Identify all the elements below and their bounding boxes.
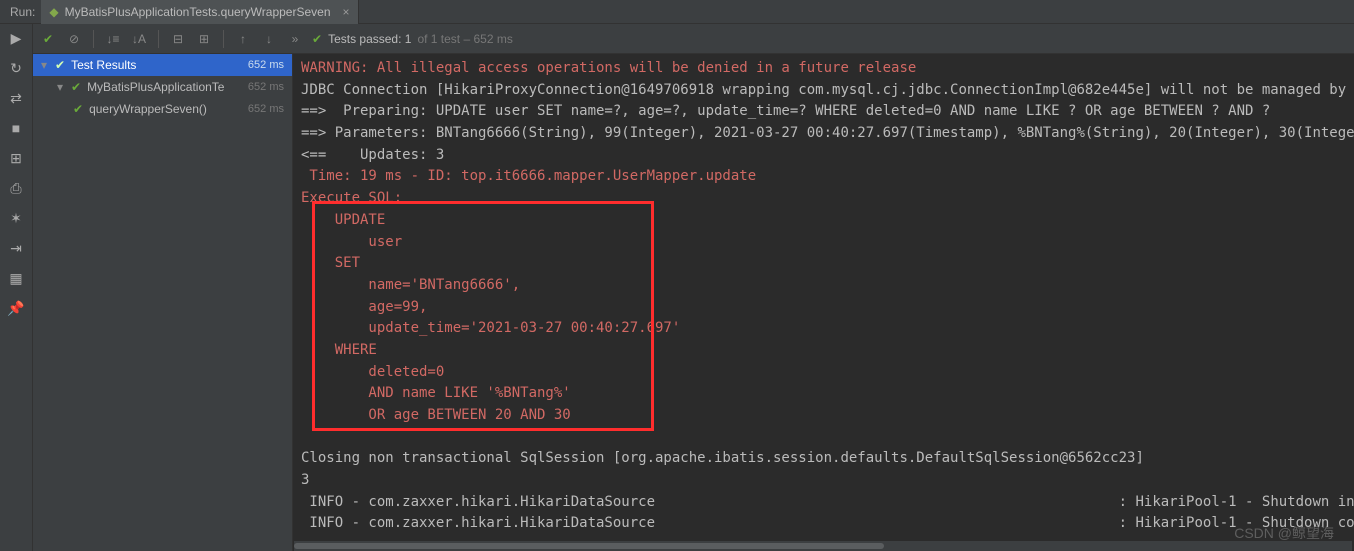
next-icon[interactable]: ↓ <box>260 30 278 48</box>
console-line: SET <box>301 255 360 271</box>
separator <box>223 30 224 48</box>
console-line: WARNING: All illegal access operations w… <box>301 60 916 76</box>
console-line: JDBC Connection [HikariProxyConnection@1… <box>301 82 1354 98</box>
settings-icon[interactable]: ✶ <box>8 210 24 226</box>
horizontal-scrollbar[interactable] <box>294 541 1352 551</box>
pass-icon: ✔ <box>71 80 81 94</box>
test-tree[interactable]: ▾ ✔ Test Results 652 ms ▾ ✔ MyBatisPlusA… <box>33 54 293 551</box>
more-icon[interactable]: » <box>286 30 304 48</box>
console-line: 3 <box>301 472 309 488</box>
test-toolbar: ✔ ⊘ ↓≡ ↓A ⊟ ⊞ ↑ ↓ » ✔ Tests passed: 1 of… <box>33 24 1354 54</box>
run-label: Run: <box>4 5 41 19</box>
prev-icon[interactable]: ↑ <box>234 30 252 48</box>
console-line: ==> Preparing: UPDATE user SET name=?, a… <box>301 103 1270 119</box>
console-line: ==> Parameters: BNTang6666(String), 99(I… <box>301 125 1354 141</box>
test-icon: ◆ <box>49 5 58 19</box>
console-line: update_time='2021-03-27 00:40:27.697' <box>301 320 689 336</box>
tests-passed-count: Tests passed: 1 <box>328 32 411 46</box>
tree-label: MyBatisPlusApplicationTe <box>87 80 242 94</box>
tree-label: Test Results <box>71 58 242 72</box>
rerun-icon[interactable]: ↻ <box>8 60 24 76</box>
tree-label: queryWrapperSeven() <box>89 102 242 116</box>
pass-icon: ✔ <box>73 102 83 116</box>
tests-passed-detail: of 1 test – 652 ms <box>417 32 512 46</box>
console-line: INFO - com.zaxxer.hikari.HikariDataSourc… <box>301 515 655 531</box>
chevron-down-icon[interactable]: ▾ <box>55 80 65 94</box>
expand-icon[interactable]: ⊟ <box>169 30 187 48</box>
pass-icon: ✔ <box>55 58 65 72</box>
tree-time: 652 ms <box>248 81 284 93</box>
pin-icon[interactable]: 📌 <box>8 300 24 316</box>
camera-icon[interactable]: ⎙ <box>8 180 24 196</box>
scrollbar-thumb[interactable] <box>294 543 884 549</box>
console-line: UPDATE <box>301 212 385 228</box>
console-line: name='BNTang6666', <box>301 277 520 293</box>
watermark: CSDN @鲸望海 <box>1234 523 1334 543</box>
tree-time: 652 ms <box>248 59 284 71</box>
separator <box>158 30 159 48</box>
console-line: <== Updates: 3 <box>301 147 444 163</box>
tab-title: MyBatisPlusApplicationTests.queryWrapper… <box>65 5 331 19</box>
close-icon[interactable]: × <box>343 5 350 19</box>
toggle-icon[interactable]: ⇄ <box>8 90 24 106</box>
exit-icon[interactable]: ⇥ <box>8 240 24 256</box>
sort-alpha-icon[interactable]: ↓A <box>130 30 148 48</box>
console-line: age=99, <box>301 299 427 315</box>
tree-leaf[interactable]: ✔ queryWrapperSeven() 652 ms <box>33 98 292 120</box>
stop-icon[interactable]: ■ <box>8 120 24 136</box>
console-line: user <box>301 234 411 250</box>
tree-node[interactable]: ▾ ✔ MyBatisPlusApplicationTe 652 ms <box>33 76 292 98</box>
tool-window-header: Run: ◆ MyBatisPlusApplicationTests.query… <box>0 0 1354 24</box>
console-line: deleted=0 <box>301 364 453 380</box>
show-ignored-icon[interactable]: ⊘ <box>65 30 83 48</box>
run-icon[interactable]: ▶ <box>8 30 24 46</box>
tree-root[interactable]: ▾ ✔ Test Results 652 ms <box>33 54 292 76</box>
left-gutter: ▶ ↻ ⇄ ■ ⊞ ⎙ ✶ ⇥ ▦ 📌 <box>0 24 33 551</box>
console-line: : HikariPool-1 - Shutdown initiated... <box>1009 494 1354 510</box>
console-line: Execute SQL: <box>301 190 402 206</box>
layout-icon[interactable]: ⊞ <box>8 150 24 166</box>
console-line: INFO - com.zaxxer.hikari.HikariDataSourc… <box>301 494 655 510</box>
console-line: Time: 19 ms - ID: top.it6666.mapper.User… <box>301 168 756 184</box>
show-passed-icon[interactable]: ✔ <box>39 30 57 48</box>
console-output[interactable]: WARNING: All illegal access operations w… <box>293 54 1354 551</box>
console-line: WHERE <box>301 342 377 358</box>
console-line: Closing non transactional SqlSession [or… <box>301 450 1144 466</box>
chevron-down-icon[interactable]: ▾ <box>39 58 49 72</box>
collapse-icon[interactable]: ⊞ <box>195 30 213 48</box>
grid-icon[interactable]: ▦ <box>8 270 24 286</box>
sort-icon[interactable]: ↓≡ <box>104 30 122 48</box>
separator <box>93 30 94 48</box>
tree-time: 652 ms <box>248 103 284 115</box>
run-config-tab[interactable]: ◆ MyBatisPlusApplicationTests.queryWrapp… <box>41 0 358 24</box>
console-line: AND name LIKE '%BNTang%' <box>301 385 579 401</box>
check-icon: ✔ <box>312 32 322 46</box>
test-status: ✔ Tests passed: 1 of 1 test – 652 ms <box>312 32 513 46</box>
console-line: OR age BETWEEN 20 AND 30 <box>301 407 571 423</box>
